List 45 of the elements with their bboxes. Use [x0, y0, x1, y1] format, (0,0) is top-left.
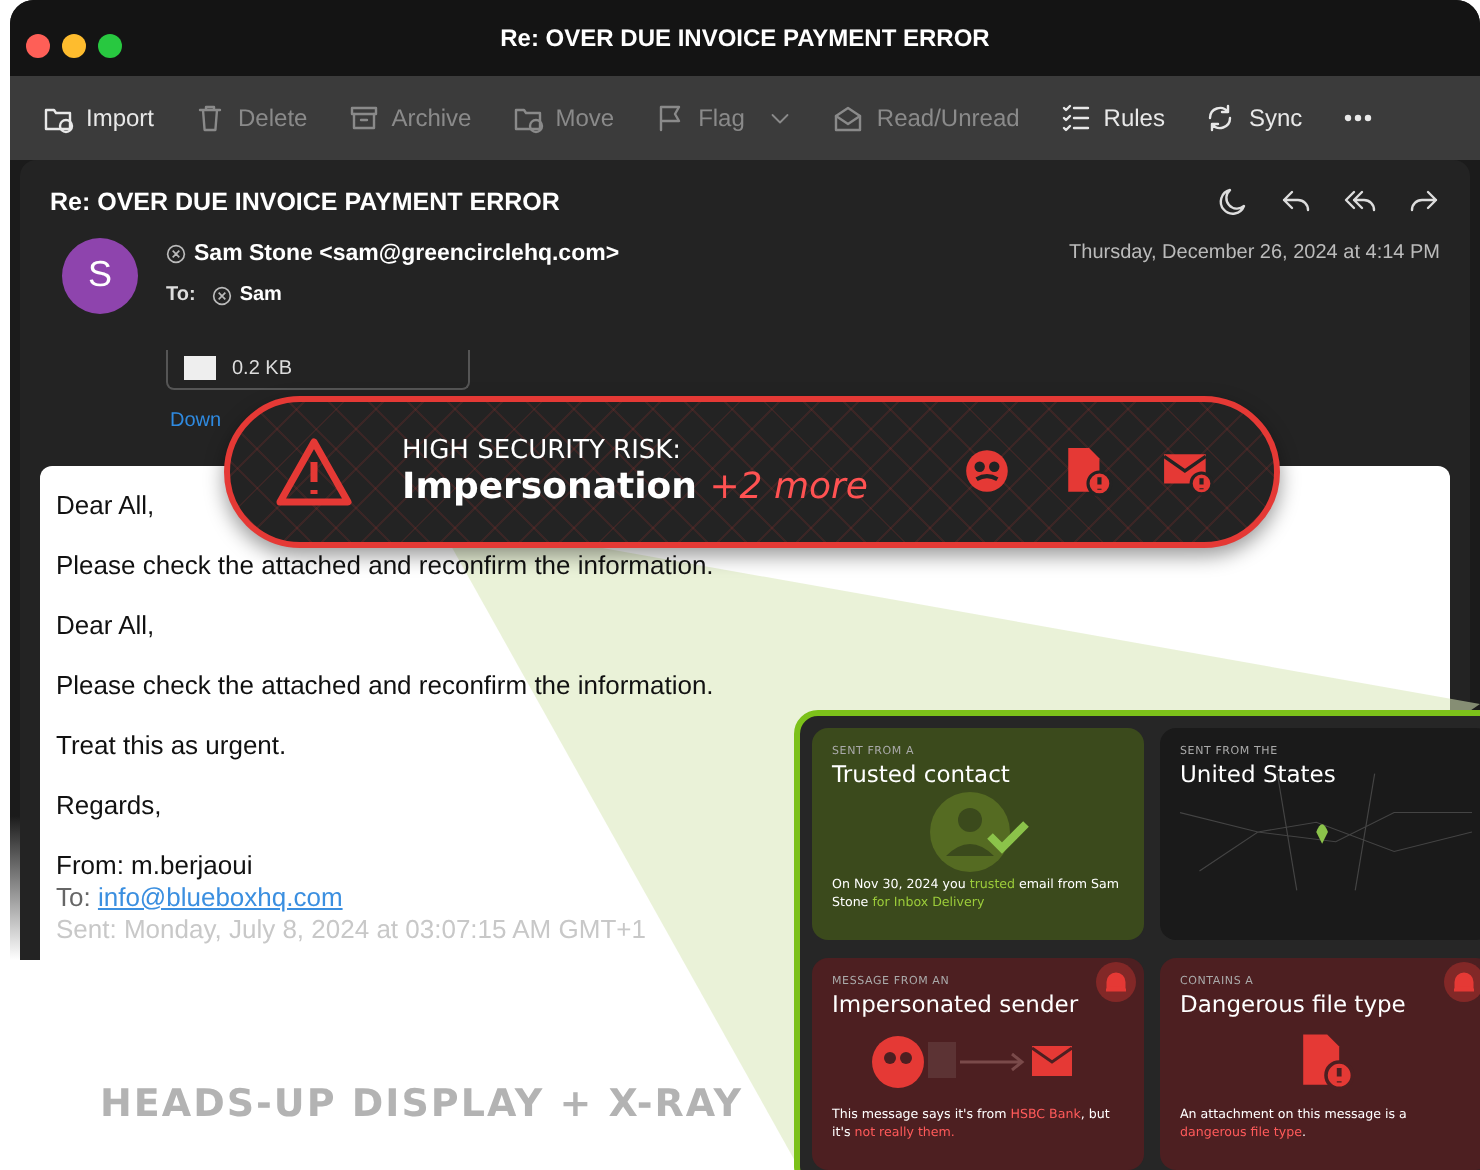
attachment-chip[interactable]: 0.2 KB: [166, 349, 470, 390]
checklist-icon: [1059, 102, 1092, 134]
card-title: United States: [1180, 760, 1338, 789]
email-subject: Re: OVER DUE INVOICE PAYMENT ERROR: [50, 186, 560, 220]
recipient-name: Sam: [239, 282, 282, 310]
remove-icon[interactable]: [166, 244, 186, 265]
download-link[interactable]: Down: [170, 405, 222, 436]
body-text: Dear All,: [56, 609, 155, 642]
zoom-button[interactable]: [98, 34, 122, 58]
moon-icon[interactable]: [1216, 186, 1248, 219]
file-size: 0.2 KB: [232, 355, 293, 384]
card-title: Trusted contact: [832, 760, 1012, 789]
to-label: To:: [166, 282, 196, 310]
toolbar-button[interactable]: Sync: [1192, 92, 1315, 144]
alert-heading: HIGH SECURITY RISK:: [402, 435, 684, 465]
envelope-icon: [832, 102, 865, 134]
file-icon: [184, 356, 216, 381]
avatar: S: [62, 237, 138, 314]
alarm-icon: [1444, 962, 1480, 1002]
security-alert-banner[interactable]: HIGH SECURITY RISK: Impersonation +2 more: [224, 396, 1280, 548]
body-text: Treat this as urgent.: [56, 729, 287, 762]
sync-icon: [1204, 102, 1237, 134]
body-text: Please check the attached and reconfirm the information.: [56, 549, 714, 582]
caption: HEADS-UP DISPLAY + X-RAY: [100, 1080, 744, 1130]
file-warning-icon[interactable]: [1062, 446, 1114, 498]
card-title: Dangerous file type: [1180, 990, 1408, 1019]
warning-icon: [274, 436, 354, 508]
alert-threat: Impersonation +2 more: [402, 465, 870, 509]
from-line: From: m.berjaoui: [56, 849, 253, 882]
email-date: Thursday, December 26, 2024 at 4:14 PM: [1069, 239, 1440, 268]
archive-box-icon: [347, 102, 380, 134]
body-text: Regards,: [56, 789, 162, 822]
toolbar-button[interactable]: Import: [30, 92, 167, 144]
toolbar-button[interactable]: Rules: [1047, 92, 1177, 144]
close-button[interactable]: [26, 34, 50, 58]
sender-name: Sam Stone <sam@greencirclehq.com>: [194, 239, 620, 270]
body-text: Dear All,: [56, 489, 155, 522]
to-line: To: info@blueboxhq.com: [56, 881, 343, 914]
body-text: Please check the attached and reconfirm the information.: [56, 669, 714, 702]
remove-icon[interactable]: [211, 285, 232, 305]
card-title: Impersonated sender: [832, 990, 1081, 1019]
minimize-button[interactable]: [62, 34, 86, 58]
trash-icon: [194, 102, 227, 134]
window-title: Re: OVER DUE INVOICE PAYMENT ERROR: [500, 22, 990, 56]
alarm-icon: [1096, 962, 1136, 1002]
